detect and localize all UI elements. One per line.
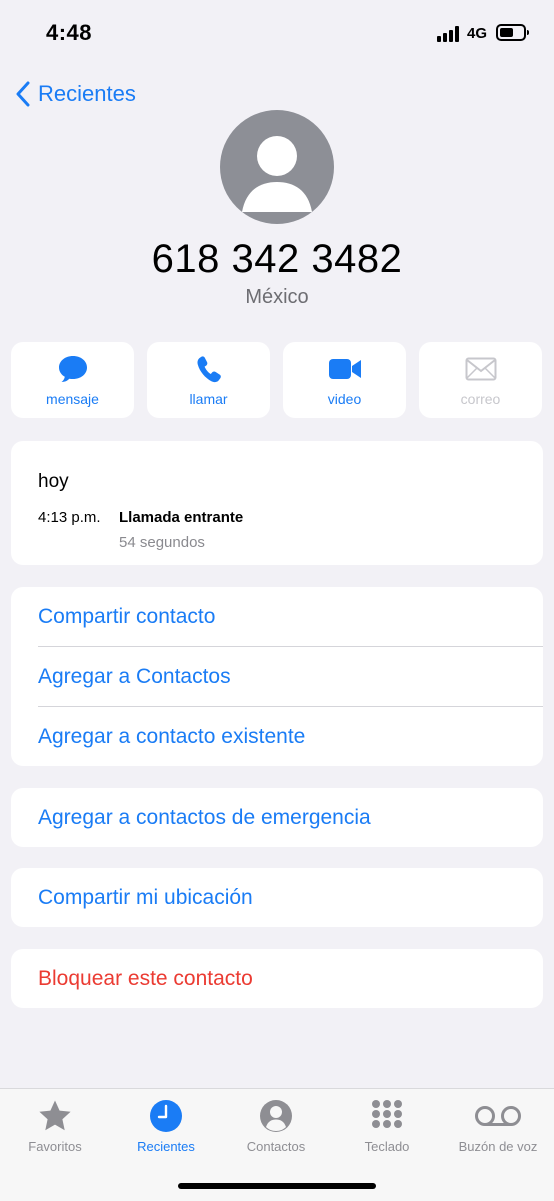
add-to-contacts-option[interactable]: Agregar a Contactos [38, 647, 543, 706]
tab-label: Buzón de voz [458, 1139, 538, 1154]
person-silhouette-icon [242, 136, 312, 212]
mail-label: correo [460, 391, 501, 407]
video-camera-icon [328, 359, 361, 379]
call-label: llamar [189, 391, 228, 407]
avatar [220, 110, 334, 224]
location-card: Compartir mi ubicación [11, 868, 543, 927]
message-bubble-icon [58, 356, 87, 382]
block-card: Bloquear este contacto [11, 949, 543, 1008]
tab-contacts[interactable]: Contactos [221, 1097, 331, 1154]
contact-options-card: Compartir contacto Agregar a Contactos A… [11, 587, 543, 766]
tab-favorites[interactable]: Favoritos [0, 1097, 110, 1154]
tab-recents[interactable]: Recientes [111, 1097, 221, 1154]
envelope-icon [465, 357, 496, 381]
add-emergency-contact-option[interactable]: Agregar a contactos de emergencia [38, 788, 543, 847]
block-contact-option[interactable]: Bloquear este contacto [38, 949, 543, 1008]
clock-icon [150, 1100, 182, 1132]
person-circle-icon [260, 1100, 292, 1132]
cellular-signal-icon [437, 26, 463, 42]
back-label: Recientes [38, 81, 136, 106]
call-history-card: hoy 4:13 p.m. Llamada entrante 54 segund… [11, 441, 543, 565]
call-button[interactable]: llamar [147, 342, 270, 418]
status-bar: 4:48 4G [0, 0, 554, 66]
video-label: video [327, 391, 362, 407]
battery-icon [496, 24, 529, 41]
message-label: mensaje [46, 391, 99, 407]
share-location-option[interactable]: Compartir mi ubicación [38, 868, 543, 927]
star-icon [39, 1100, 71, 1131]
tab-label: Favoritos [28, 1139, 82, 1154]
tab-label: Teclado [364, 1139, 410, 1154]
video-button[interactable]: video [283, 342, 406, 418]
keypad-icon [372, 1100, 402, 1128]
add-to-existing-contact-option[interactable]: Agregar a contacto existente [38, 707, 543, 766]
chevron-left-icon [16, 81, 30, 107]
tab-label: Contactos [246, 1139, 306, 1154]
tab-label: Recientes [137, 1139, 195, 1154]
country-label: México [245, 286, 309, 308]
phone-icon [196, 356, 221, 383]
emergency-card: Agregar a contactos de emergencia [11, 788, 543, 847]
call-type: Llamada entrante [119, 509, 244, 526]
back-button[interactable]: Recientes [16, 78, 136, 110]
call-duration: 54 segundos [119, 534, 205, 551]
voicemail-icon [475, 1106, 521, 1126]
status-time: 4:48 [46, 20, 93, 45]
history-day: hoy [38, 471, 69, 492]
phone-number: 618 342 3482 [151, 237, 403, 281]
tab-keypad[interactable]: Teclado [332, 1097, 442, 1154]
tab-voicemail[interactable]: Buzón de voz [443, 1097, 553, 1154]
home-indicator [178, 1183, 376, 1189]
message-button[interactable]: mensaje [11, 342, 134, 418]
mail-button[interactable]: correo [419, 342, 542, 418]
share-contact-option[interactable]: Compartir contacto [38, 587, 543, 646]
network-type: 4G [467, 25, 488, 42]
call-time: 4:13 p.m. [38, 509, 101, 526]
